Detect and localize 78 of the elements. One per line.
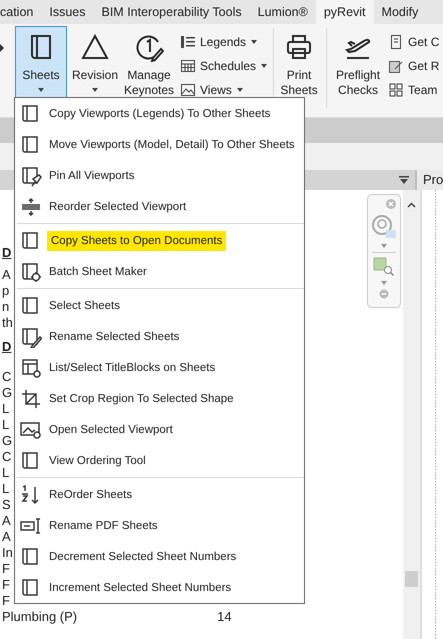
ribbon-button[interactable]: Legends	[181, 30, 268, 54]
document-text: n	[2, 299, 10, 315]
menu-item[interactable]: Batch Sheet Maker	[15, 256, 304, 287]
document-text: th	[2, 315, 13, 331]
menu-item[interactable]: Move Viewports (Model, Detail) To Other Sheets	[15, 129, 304, 160]
document-text: F	[2, 561, 10, 577]
sheet-pencil-icon	[20, 326, 42, 348]
zoom-icon[interactable]	[373, 257, 395, 277]
sheet-gear-icon	[20, 260, 42, 282]
document-text: F	[2, 577, 10, 593]
wheel-2d-icon[interactable]	[369, 214, 399, 240]
menu-item[interactable]: Rename Selected Sheets	[15, 321, 304, 352]
collapse-icon[interactable]	[379, 289, 389, 299]
ribbon-tab[interactable]: Lumion®	[250, 0, 316, 24]
lines-icon	[20, 196, 42, 218]
document-text: A	[2, 529, 11, 545]
document-text: G	[2, 433, 12, 449]
document-text: S	[2, 497, 11, 513]
ribbon-button[interactable]: Revision	[69, 26, 121, 98]
document-heading: D	[2, 245, 12, 261]
document-text: p	[2, 283, 10, 299]
menu-item[interactable]: Reorder Selected Viewport	[15, 191, 304, 222]
document-icon	[389, 35, 404, 49]
document-text: C	[2, 369, 12, 385]
document-text: A	[2, 267, 11, 283]
menu-item[interactable]: Open Selected Viewport	[15, 414, 304, 445]
ribbon-button[interactable]: Team	[389, 78, 440, 102]
document-text: L	[2, 401, 10, 417]
print-button[interactable]: Print Sheets	[280, 26, 318, 98]
list-icon	[181, 36, 195, 48]
panel-title: Pro	[415, 170, 443, 190]
arrow-icon	[0, 44, 4, 52]
ribbon-button[interactable]: Sheets	[15, 26, 67, 98]
close-icon[interactable]	[385, 198, 397, 210]
sheet-pin-icon	[20, 164, 42, 186]
document-text: Plumbing (P)	[2, 609, 78, 625]
menu-item[interactable]: View Ordering Tool	[15, 445, 304, 476]
menu-item[interactable]: ReOrder Sheets	[15, 479, 304, 510]
menu-item[interactable]: Pin All Viewports	[15, 160, 304, 191]
document-text: L	[2, 417, 10, 433]
ribbon-button[interactable]: Manage Keynotes	[123, 26, 175, 98]
ribbon-button[interactable]: Schedules	[181, 54, 268, 78]
caret-icon[interactable]	[381, 281, 387, 285]
document-text: L	[2, 481, 10, 497]
scrollbar[interactable]	[403, 190, 420, 639]
crop-icon	[20, 388, 42, 410]
ribbon-tab[interactable]: Issues	[41, 0, 94, 24]
document-text: G	[2, 385, 12, 401]
ribbon-tab[interactable]: cation	[0, 0, 42, 24]
triangle-icon	[80, 32, 110, 62]
menu-item[interactable]: Select Sheets	[15, 290, 304, 321]
menu-item[interactable]: Decrement Selected Sheet Numbers	[15, 541, 304, 572]
menu-item[interactable]: Copy Sheets to Open Documents	[15, 225, 304, 256]
team-grid-icon	[389, 83, 404, 97]
document-text: In	[2, 545, 13, 561]
menu-item[interactable]: Set Crop Region To Selected Shape	[15, 383, 304, 414]
ribbon-tab[interactable]: Modify	[374, 0, 426, 24]
menu-item[interactable]: Increment Selected Sheet Numbers	[15, 572, 304, 603]
document-text: L	[2, 465, 10, 481]
pencil-pad-icon	[389, 59, 404, 73]
document-text: F	[2, 593, 10, 609]
ribbon-button[interactable]: Get C	[389, 30, 440, 54]
table-icon	[181, 60, 195, 72]
document-text: A	[2, 513, 11, 529]
document-value: 14	[217, 609, 232, 625]
caret-icon[interactable]	[381, 244, 387, 248]
preflight-button[interactable]: Preflight Checks	[333, 26, 384, 98]
menu-item[interactable]: List/Select TitleBlocks on Sheets	[15, 352, 304, 383]
scrollbar-thumb[interactable]	[405, 571, 418, 587]
document-text: C	[2, 449, 12, 465]
menu-item[interactable]: Rename PDF Sheets	[15, 510, 304, 541]
dropdown-icon	[399, 176, 409, 184]
document-heading: D	[2, 339, 12, 355]
ribbon-button[interactable]: Get R	[389, 54, 440, 78]
table-search-icon	[20, 356, 42, 378]
ribbon-tab[interactable]: BIM Interoperability Tools	[94, 0, 250, 24]
ribbon-tab[interactable]: pyRevit	[316, 0, 374, 24]
image-icon	[181, 84, 195, 96]
